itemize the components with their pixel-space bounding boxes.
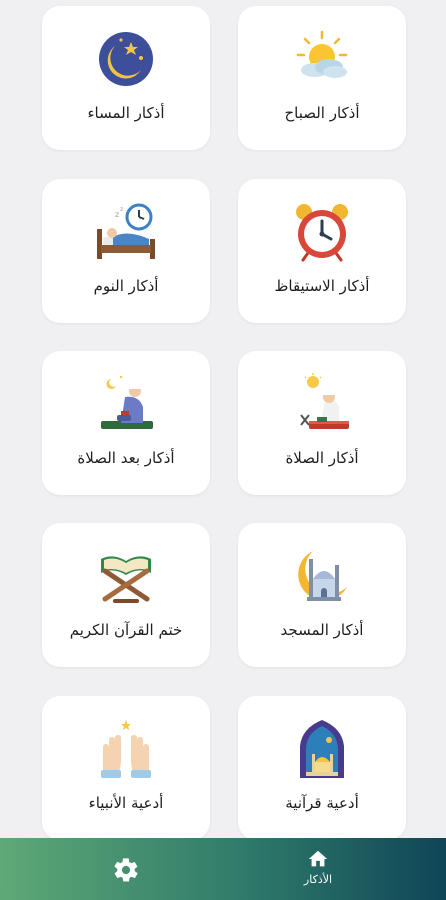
card-label: أذكار الصلاة — [285, 449, 359, 467]
card-after-prayer-adhkar[interactable]: أذكار بعد الصلاة — [42, 351, 210, 495]
card-label: أذكار الصباح — [284, 104, 360, 122]
card-label: أذكار المساء — [87, 104, 165, 122]
gear-icon[interactable] — [112, 856, 140, 884]
moon-stars-icon — [95, 28, 157, 90]
card-sleep-adhkar[interactable]: z z أذكار النوم — [42, 179, 210, 323]
card-quran-completion[interactable]: ختم القرآن الكريم — [42, 523, 210, 667]
raised-hands-icon — [95, 718, 157, 780]
alarm-clock-icon — [291, 201, 353, 263]
nav-tab-adhkar[interactable]: الأذكار — [288, 848, 348, 892]
adhkar-grid: أذكار الصباح أذكار المساء أذكار الاستيقا… — [0, 0, 446, 838]
mosque-crescent-icon — [291, 545, 353, 607]
praying-man-icon — [291, 373, 353, 435]
quran-stand-icon — [95, 545, 157, 607]
nav-tab-label: الأذكار — [303, 873, 333, 886]
card-label: أذكار الاستيقاظ — [274, 277, 370, 295]
sitting-prayer-icon — [95, 373, 157, 435]
card-label: ختم القرآن الكريم — [69, 621, 183, 639]
card-quranic-duas[interactable]: أدعية قرآنية — [238, 696, 406, 838]
card-prophets-duas[interactable]: أدعية الأنبياء — [42, 696, 210, 838]
home-icon — [307, 848, 329, 870]
card-mosque-adhkar[interactable]: أذكار المسجد — [238, 523, 406, 667]
card-prayer-adhkar[interactable]: أذكار الصلاة — [238, 351, 406, 495]
mosque-arch-icon — [291, 718, 353, 780]
card-label: أذكار النوم — [93, 277, 159, 295]
card-evening-adhkar[interactable]: أذكار المساء — [42, 6, 210, 150]
card-label: أذكار المسجد — [280, 621, 364, 639]
card-morning-adhkar[interactable]: أذكار الصباح — [238, 6, 406, 150]
svg-text:z: z — [120, 206, 123, 213]
card-label: أذكار بعد الصلاة — [77, 449, 175, 467]
sun-cloud-icon — [291, 28, 353, 90]
card-label: أدعية قرآنية — [285, 794, 359, 812]
card-label: أدعية الأنبياء — [88, 794, 164, 812]
card-waking-adhkar[interactable]: أذكار الاستيقاظ — [238, 179, 406, 323]
bottom-navigation-bar: الأذكار — [0, 838, 446, 900]
svg-text:z: z — [115, 210, 119, 219]
sleeping-bed-icon: z z — [95, 201, 157, 263]
